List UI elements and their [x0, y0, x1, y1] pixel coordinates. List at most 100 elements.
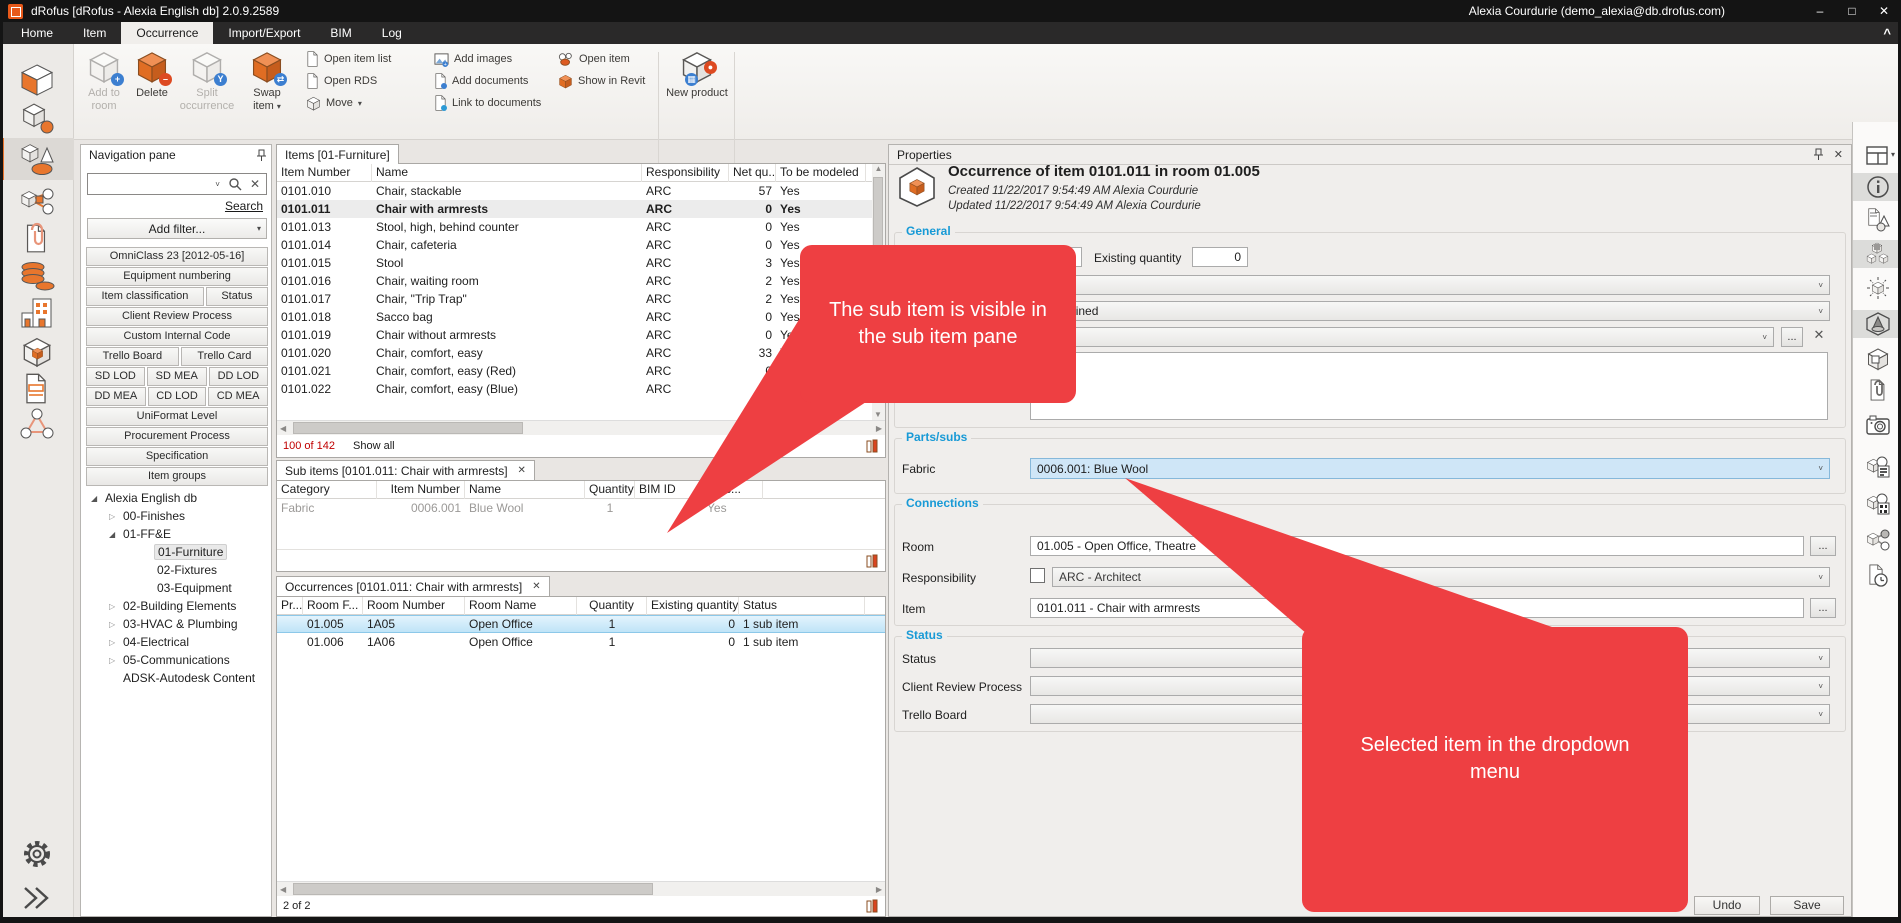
- images-icon[interactable]: [1866, 413, 1890, 437]
- filter-item-classification[interactable]: Item classification: [86, 287, 204, 306]
- scroll-up-icon[interactable]: ▲: [872, 164, 885, 173]
- add-documents-button[interactable]: Add documents: [434, 72, 528, 90]
- tree-expander-icon[interactable]: [109, 638, 123, 647]
- col-room-name[interactable]: Room Name: [465, 597, 577, 615]
- placement-icon[interactable]: [1866, 276, 1890, 300]
- filter-specification[interactable]: Specification: [86, 447, 268, 466]
- open-rds-button[interactable]: Open RDS: [306, 72, 377, 90]
- caret-down-icon[interactable]: ˅: [215, 180, 220, 189]
- product-links-icon[interactable]: [1866, 528, 1890, 552]
- col-room-number[interactable]: Room Number: [363, 597, 465, 615]
- systems-icon[interactable]: [19, 406, 55, 442]
- tab-bim[interactable]: BIM: [315, 22, 366, 44]
- sub-item-row[interactable]: Fabric 0006.001 Blue Wool 1 Yes: [277, 499, 885, 517]
- item-row[interactable]: 0101.010 Chair, stackable ARC 57 Yes: [277, 182, 885, 200]
- tree-item[interactable]: 03-Equipment: [85, 579, 269, 597]
- move-button[interactable]: Move ▾: [306, 94, 362, 112]
- classification-dropdown[interactable]: Not defined˅: [1030, 301, 1830, 321]
- col-bim-id[interactable]: BIM ID: [635, 481, 703, 499]
- filter-dd-mea[interactable]: DD MEA: [86, 387, 146, 406]
- item-row[interactable]: 0101.022 Chair, comfort, easy (Blue) ARC: [277, 380, 885, 398]
- add-filter-dropdown[interactable]: Add filter... ▾: [87, 218, 267, 239]
- filter-procurement-process[interactable]: Procurement Process: [86, 427, 268, 446]
- close-tab-icon[interactable]: ✕: [532, 581, 540, 592]
- col-existing-quantity[interactable]: Existing quantity: [647, 597, 739, 615]
- filter-client-review-process[interactable]: Client Review Process: [86, 307, 268, 326]
- tree-item[interactable]: 02-Fixtures: [85, 561, 269, 579]
- tree-item[interactable]: Alexia English db: [85, 489, 269, 507]
- col-quantity[interactable]: Quantity: [577, 597, 647, 615]
- search-input[interactable]: ˅ ✕: [87, 173, 267, 195]
- browse-button[interactable]: ...: [1781, 327, 1803, 347]
- item-data-icon[interactable]: [1866, 208, 1890, 232]
- tab-item[interactable]: Item: [68, 22, 121, 44]
- occurrences-tab[interactable]: Occurrences [0101.011: Chair with armres…: [276, 576, 550, 596]
- buildings-icon[interactable]: [19, 295, 55, 331]
- tab-import-export[interactable]: Import/Export: [213, 22, 315, 44]
- tree-expander-icon[interactable]: [109, 602, 123, 611]
- filter-cd-mea[interactable]: CD MEA: [208, 387, 268, 406]
- product-box-icon[interactable]: [1866, 347, 1890, 371]
- tab-home[interactable]: Home: [6, 22, 68, 44]
- products-icon[interactable]: [19, 334, 55, 370]
- new-product-button[interactable]: ▦ ● New product: [666, 48, 728, 134]
- save-button[interactable]: Save: [1770, 896, 1844, 915]
- description-textarea[interactable]: [1030, 352, 1828, 420]
- item-row[interactable]: 0101.017 Chair, "Trip Trap" ARC 2 Yes: [277, 290, 885, 308]
- scroll-right-icon[interactable]: ▶: [876, 424, 882, 433]
- close-panel-icon[interactable]: ✕: [1834, 148, 1843, 161]
- scroll-right-icon[interactable]: ▶: [876, 885, 882, 894]
- tree-item[interactable]: 04-Electrical: [85, 633, 269, 651]
- filter-sd-mea[interactable]: SD MEA: [147, 367, 207, 386]
- panel-layout-icon[interactable]: [1866, 145, 1890, 169]
- col-status[interactable]: Status: [739, 597, 865, 615]
- item-row[interactable]: 0101.020 Chair, comfort, easy ARC 33 Yes: [277, 344, 885, 362]
- open-item-button[interactable]: Open item: [558, 50, 630, 68]
- minimize-icon[interactable]: –: [1813, 4, 1827, 18]
- col-pr[interactable]: Pr...: [277, 597, 303, 615]
- col-calc[interactable]: Calc...: [703, 481, 763, 499]
- item-field[interactable]: 0101.011 - Chair with armrests: [1030, 598, 1804, 618]
- log-icon[interactable]: [1866, 564, 1890, 588]
- settings-gear-icon[interactable]: [19, 836, 55, 872]
- responsibility-checkbox[interactable]: [1030, 568, 1045, 583]
- tab-occurrence[interactable]: Occurrence: [121, 22, 213, 44]
- clear-search-icon[interactable]: ✕: [250, 177, 260, 191]
- filter-sd-lod[interactable]: SD LOD: [86, 367, 145, 386]
- items-horizontal-scrollbar[interactable]: ◀ ▶: [277, 420, 885, 435]
- undo-button[interactable]: Undo: [1694, 896, 1760, 915]
- add-to-room-button[interactable]: + Add to room: [80, 48, 128, 134]
- tree-item[interactable]: 01-Furniture: [85, 543, 269, 561]
- filter-cd-lod[interactable]: CD LOD: [148, 387, 207, 406]
- expand-panel-icon[interactable]: [19, 880, 55, 916]
- item-row[interactable]: 0101.011 Chair with armrests ARC 0 Yes: [277, 200, 885, 218]
- filter-trello-card[interactable]: Trello Card: [181, 347, 268, 366]
- attachments-icon[interactable]: [19, 220, 55, 256]
- col-net-quantity[interactable]: Net qu...: [729, 164, 776, 182]
- filter-equipment-numbering[interactable]: Equipment numbering: [86, 267, 268, 286]
- pin-icon[interactable]: [256, 149, 267, 162]
- search-link[interactable]: Search: [225, 199, 263, 213]
- product-list-icon[interactable]: [1866, 455, 1890, 479]
- col-name[interactable]: Name: [372, 164, 642, 182]
- item-row[interactable]: 0101.015 Stool ARC 3 Yes: [277, 254, 885, 272]
- item-in-room-icon[interactable]: [1866, 312, 1890, 336]
- swap-item-button[interactable]: ⇄ Swap item ▾: [242, 48, 292, 134]
- fabric-dropdown[interactable]: 0006.001: Blue Wool˅: [1030, 458, 1830, 479]
- filter-trello-board[interactable]: Trello Board: [86, 347, 179, 366]
- column-settings-icon[interactable]: [866, 899, 879, 913]
- add-images-button[interactable]: + Add images: [434, 50, 512, 68]
- rooms-icon[interactable]: [19, 62, 55, 98]
- occurrence-row[interactable]: 01.006 1A06 Open Office 1 0 1 sub item: [277, 633, 885, 651]
- col-room-function[interactable]: Room F...: [303, 597, 363, 615]
- sub-items-tab[interactable]: Sub items [0101.011: Chair with armrests…: [276, 460, 535, 480]
- tree-item[interactable]: 03-HVAC & Plumbing: [85, 615, 269, 633]
- item-browse-button[interactable]: ...: [1810, 598, 1836, 618]
- reports-icon[interactable]: [19, 370, 55, 406]
- scroll-left-icon[interactable]: ◀: [280, 885, 286, 894]
- tab-log[interactable]: Log: [367, 22, 417, 44]
- finance-icon[interactable]: [19, 258, 55, 294]
- general-dropdown-3[interactable]: ˅: [1030, 327, 1774, 347]
- col-item-number[interactable]: Item Number: [377, 481, 465, 499]
- info-icon[interactable]: [1866, 175, 1890, 199]
